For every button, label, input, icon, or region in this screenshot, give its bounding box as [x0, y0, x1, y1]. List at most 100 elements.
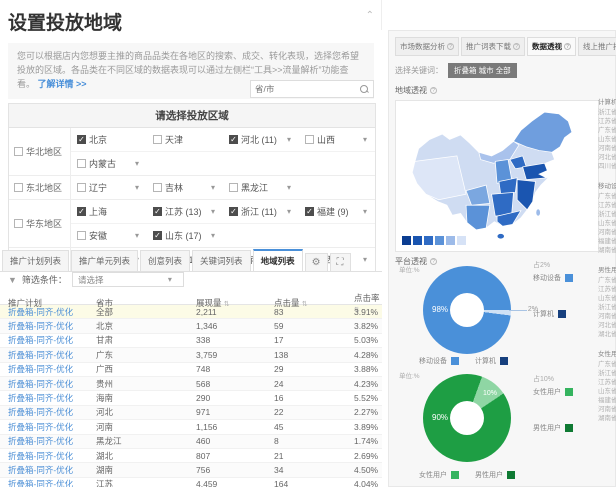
province-checkbox[interactable]	[305, 207, 314, 216]
insight-tab-1[interactable]: 推广词表下载?	[461, 37, 525, 56]
campaign-link[interactable]: 折叠箱-同齐-优化	[8, 392, 96, 404]
campaign-link[interactable]: 折叠箱-同齐-优化	[8, 334, 96, 346]
province-checkbox[interactable]	[153, 231, 162, 240]
legend-label: 男性用户	[533, 423, 561, 433]
filter-select[interactable]: 请选择 ▾	[72, 272, 184, 287]
province-item[interactable]: 山西▾	[299, 128, 375, 151]
campaign-link[interactable]: 折叠箱-同齐-优化	[8, 349, 96, 361]
campaign-link[interactable]: 折叠箱-同齐-优化	[8, 464, 96, 476]
campaign-link[interactable]: 折叠箱-同齐-优化	[8, 320, 96, 332]
province-item[interactable]: 上海	[71, 200, 147, 223]
tab-1[interactable]: 推广单元列表	[71, 250, 138, 271]
learn-more-link[interactable]: 了解详情 >>	[38, 79, 87, 89]
campaign-link[interactable]: 折叠箱-同齐-优化	[8, 378, 96, 390]
campaign-link[interactable]: 折叠箱-同齐-优化	[8, 421, 96, 433]
province-item[interactable]: 辽宁▾	[71, 176, 147, 199]
legend-swatch	[451, 357, 459, 365]
chevron-down-icon[interactable]: ▾	[135, 231, 139, 240]
map-legend	[402, 236, 466, 245]
ranking-item: 浙江省 -	[598, 108, 616, 117]
province-checkbox[interactable]	[229, 207, 238, 216]
province-item[interactable]: 河北 (11)▾	[223, 128, 299, 151]
province-checkbox[interactable]	[77, 207, 86, 216]
chevron-down-icon[interactable]: ▾	[287, 183, 291, 192]
chevron-down-icon[interactable]: ▾	[363, 135, 367, 144]
province-name: 福建 (9)	[317, 205, 349, 218]
province-item[interactable]: 黑龙江▾	[223, 176, 299, 199]
insight-tab-0[interactable]: 市场数据分析?	[395, 37, 459, 56]
keyword-tag[interactable]: 折叠箱 城市 全部	[448, 63, 517, 78]
region-cell: 广东	[96, 349, 196, 361]
region-search-input[interactable]	[255, 84, 360, 94]
chevron-down-icon[interactable]: ▾	[287, 135, 291, 144]
ranking-item: 湖南省 -	[598, 414, 616, 423]
province-item[interactable]: 山东 (17)▾	[147, 224, 223, 247]
province-item[interactable]: 内蒙古▾	[71, 152, 147, 175]
province-checkbox[interactable]	[153, 207, 162, 216]
chevron-down-icon[interactable]: ▾	[135, 183, 139, 192]
gear-icon[interactable]: ⚙	[305, 253, 328, 271]
search-icon[interactable]	[360, 85, 369, 94]
insight-tab-2[interactable]: 数据透视?	[527, 37, 576, 56]
tab-4[interactable]: 地域列表	[253, 249, 303, 271]
region-search[interactable]	[250, 80, 374, 98]
legend-item: 计算机	[475, 356, 508, 366]
province-checkbox[interactable]	[229, 183, 238, 192]
expand-icon[interactable]: ⛶	[330, 253, 351, 271]
province-checkbox[interactable]	[77, 183, 86, 192]
province-checkbox[interactable]	[153, 183, 162, 192]
province-checkbox[interactable]	[77, 135, 86, 144]
tab-3[interactable]: 关键词列表	[192, 250, 251, 271]
legend-item: 女性用户	[533, 387, 605, 397]
impressions-cell: 460	[196, 436, 274, 446]
map-legend-swatch	[413, 236, 422, 245]
region-cell: 湖北	[96, 450, 196, 462]
chevron-down-icon[interactable]: ▾	[211, 183, 215, 192]
ranking-block: 女性用户广东省 -浙江省 -江苏省 -山东省 -福建省 -河南省 -湖南省 -	[598, 348, 616, 423]
filter-row: ▼ 筛选条件： 请选择 ▾	[8, 272, 184, 287]
table-row: 折叠箱-同齐-优化广西748293.88%	[0, 363, 382, 377]
province-checkbox[interactable]	[305, 135, 314, 144]
province-checkbox[interactable]	[229, 135, 238, 144]
province-item[interactable]: 福建 (9) ▾	[299, 200, 375, 223]
chevron-down-icon[interactable]: ▾	[363, 207, 367, 216]
province-checkbox[interactable]	[77, 159, 86, 168]
chevron-down-icon[interactable]: ▾	[211, 231, 215, 240]
chevron-down-icon[interactable]: ▾	[287, 207, 291, 216]
impressions-cell: 4,459	[196, 479, 274, 487]
region-group-checkbox[interactable]	[14, 183, 23, 192]
region-group-checkbox[interactable]	[14, 147, 23, 156]
tab-0[interactable]: 推广计划列表	[2, 250, 69, 271]
campaign-link[interactable]: 折叠箱-同齐-优化	[8, 478, 96, 487]
panel-divider	[381, 0, 382, 30]
province-item[interactable]: 吉林▾	[147, 176, 223, 199]
province-checkbox[interactable]	[153, 135, 162, 144]
legend-item: 女性用户	[419, 470, 459, 480]
campaign-link[interactable]: 折叠箱-同齐-优化	[8, 363, 96, 375]
campaign-link[interactable]: 折叠箱-同齐-优化	[8, 435, 96, 447]
collapse-panel-icon[interactable]: ⌃	[366, 10, 374, 21]
region-group-name: 东北地区	[26, 181, 62, 194]
province-item[interactable]: 北京	[71, 128, 147, 151]
map-section-title: 地域透视 ?	[395, 85, 610, 96]
chevron-down-icon[interactable]: ▾	[135, 159, 139, 168]
province-item[interactable]: 天津	[147, 128, 223, 151]
table-row: 折叠箱-同齐-优化湖南756344.50%	[0, 463, 382, 477]
info-icon[interactable]: ?	[430, 258, 437, 265]
province-item[interactable]: 浙江 (11)▾	[223, 200, 299, 223]
province-checkbox[interactable]	[77, 231, 86, 240]
region-cell: 河北	[96, 406, 196, 418]
province-name: 天津	[165, 133, 183, 146]
region-group-checkbox[interactable]	[14, 219, 23, 228]
province-item[interactable]: 江苏 (13)▾	[147, 200, 223, 223]
campaign-link[interactable]: 折叠箱-同齐-优化	[8, 306, 96, 318]
insight-tab-3[interactable]: 线上推广排名?	[578, 37, 616, 56]
info-icon[interactable]: ?	[430, 87, 437, 94]
tab-2[interactable]: 创意列表	[140, 250, 190, 271]
campaign-link[interactable]: 折叠箱-同齐-优化	[8, 450, 96, 462]
campaign-link[interactable]: 折叠箱-同齐-优化	[8, 406, 96, 418]
insight-tabs: 市场数据分析?推广词表下载?数据透视?线上推广排名?	[395, 37, 610, 56]
chevron-down-icon[interactable]: ▾	[211, 207, 215, 216]
region-cell: 湖南	[96, 464, 196, 476]
province-item[interactable]: 安徽▾	[71, 224, 147, 247]
